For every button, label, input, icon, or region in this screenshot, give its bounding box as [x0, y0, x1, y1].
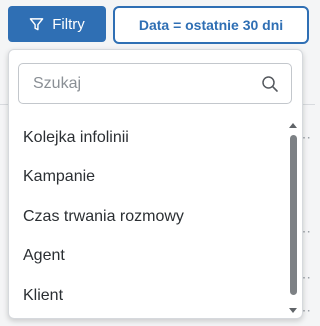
filters-button-label: Filtry	[52, 15, 85, 33]
scroll-down-arrow-icon[interactable]	[289, 308, 297, 313]
list-item[interactable]: Czas trwania rozmowy	[9, 197, 289, 237]
date-filter-label: Data = ostatnie 30 dni	[138, 17, 284, 33]
search-input[interactable]	[19, 64, 249, 103]
list-item[interactable]: Kolejka infolinii	[9, 118, 289, 158]
list-item[interactable]: Kampanie	[9, 158, 289, 198]
filters-button[interactable]: Filtry	[8, 6, 106, 42]
search-icon[interactable]	[261, 75, 279, 93]
filter-options-list: Kolejka infolinii Kampanie Czas trwania …	[9, 118, 289, 316]
date-filter-chip[interactable]: Data = ostatnie 30 dni	[113, 6, 309, 44]
scrollbar-thumb[interactable]	[290, 135, 297, 295]
list-item[interactable]: Klient	[9, 276, 289, 316]
filter-funnel-icon	[29, 17, 44, 32]
filters-dropdown: Kolejka infolinii Kampanie Czas trwania …	[8, 49, 303, 319]
list-item[interactable]: Agent	[9, 237, 289, 277]
search-box	[18, 63, 292, 104]
scroll-up-arrow-icon[interactable]	[289, 123, 297, 128]
